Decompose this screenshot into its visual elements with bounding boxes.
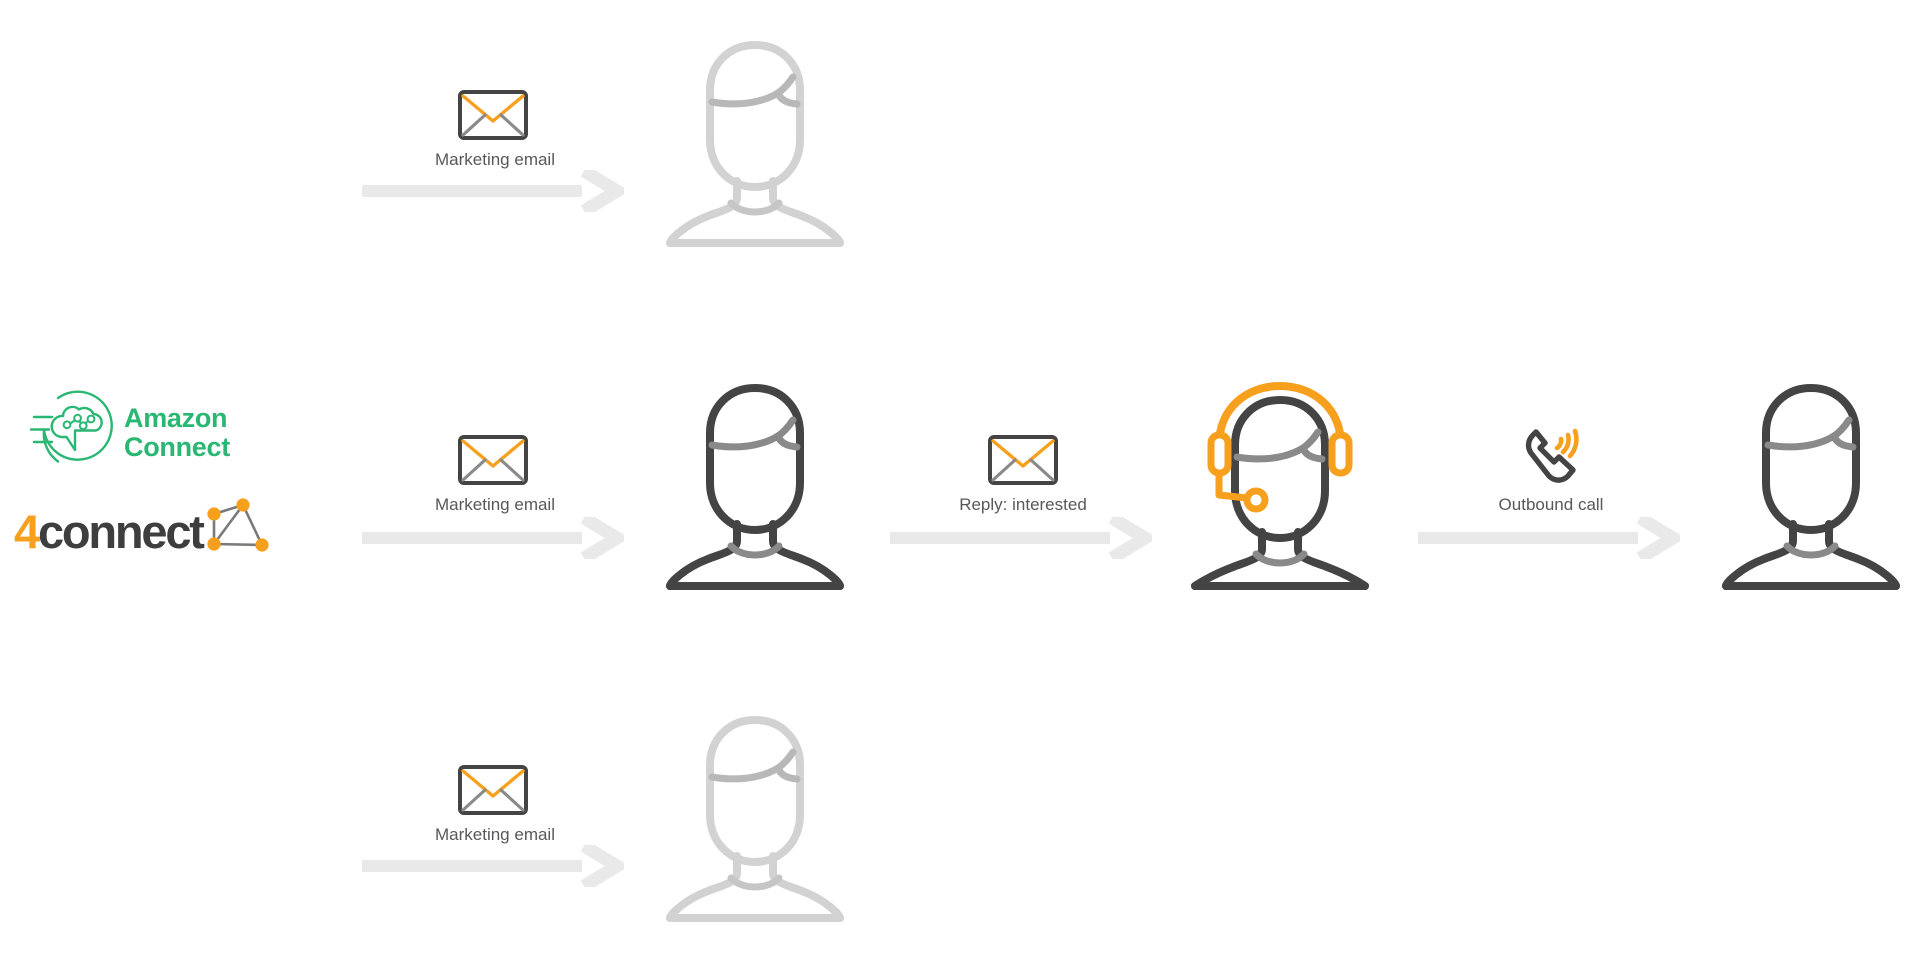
amazon-connect-wordmark: Amazon Connect bbox=[124, 402, 230, 462]
flow-arrow-middle-3 bbox=[1418, 512, 1686, 564]
amazon-connect-logo: Amazon Connect bbox=[29, 388, 230, 477]
envelope-icon bbox=[458, 435, 528, 490]
phone-outbound-icon bbox=[1518, 426, 1586, 493]
step-label-outbound-call: Outbound call bbox=[1498, 495, 1604, 514]
person-icon bbox=[660, 710, 850, 930]
fourconnect-wordmark: connect bbox=[37, 505, 205, 558]
fourconnect-logo: 4 connect bbox=[14, 498, 271, 565]
flow-arrow-top bbox=[362, 165, 630, 217]
flow-arrow-bottom bbox=[362, 840, 630, 892]
amazon-connect-cloud-icon bbox=[29, 388, 114, 477]
diagram-canvas: Amazon Connect 4 connect Marketing email… bbox=[0, 0, 1920, 960]
network-graph-icon bbox=[205, 498, 271, 565]
step-label-marketing-email-bottom: Marketing email bbox=[435, 825, 555, 844]
fourconnect-numeral: 4 bbox=[14, 505, 40, 558]
brand-block: Amazon Connect 4 connect bbox=[14, 388, 314, 588]
step-label-marketing-email-middle: Marketing email bbox=[435, 495, 555, 514]
envelope-icon bbox=[988, 435, 1058, 490]
person-icon bbox=[660, 378, 850, 598]
flow-arrow-middle-1 bbox=[362, 512, 630, 564]
step-label-reply-interested: Reply: interested bbox=[959, 495, 1087, 514]
flow-arrow-middle-2 bbox=[890, 512, 1158, 564]
envelope-icon bbox=[458, 90, 528, 145]
envelope-icon bbox=[458, 765, 528, 820]
agent-headset-icon bbox=[1185, 378, 1375, 598]
person-icon bbox=[660, 35, 850, 255]
person-icon bbox=[1716, 378, 1906, 598]
step-label-marketing-email-top: Marketing email bbox=[435, 150, 555, 169]
